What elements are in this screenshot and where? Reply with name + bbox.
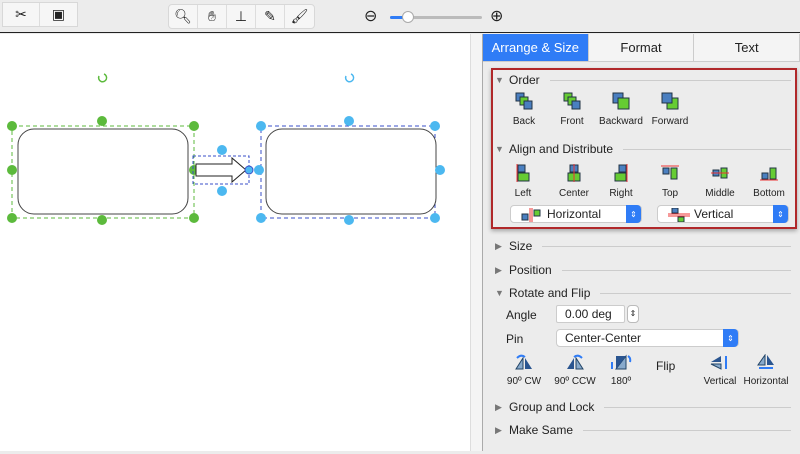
label: Horizontal [743,376,789,387]
rotate-90-ccw-button[interactable]: 90º CCW [550,354,600,387]
bring-front-icon [563,92,581,110]
label: 90º CCW [554,376,596,387]
vertical-scrollbar[interactable] [470,34,483,451]
flip-vertical-icon [710,356,727,370]
section-align[interactable]: ▼ Align and Distribute [495,142,791,156]
align-bottom-button[interactable]: Bottom [744,164,794,199]
send-back-icon [515,92,533,110]
rotate-180-button[interactable]: 180º [596,354,646,387]
connector-arrow[interactable] [192,145,254,196]
label: 180º [610,376,632,387]
rotate-handle-icon [97,73,108,83]
distribute-horizontal-icon [521,208,541,222]
align-top-icon [661,165,679,180]
tab-format[interactable]: Format [588,34,695,61]
align-middle-button[interactable]: Middle [695,164,745,199]
label: Rotate and Flip [509,286,591,300]
distribute-vertical-icon [668,208,690,222]
rotate-cw-icon [515,354,532,370]
align-right-icon [614,164,628,182]
zoom-out-icon[interactable]: ⊖ [364,6,377,26]
backward-button[interactable]: Backward [596,92,646,127]
section-make-same[interactable]: ▶ Make Same [495,423,791,437]
eyedropper-icon[interactable]: ✎ [256,5,285,28]
label: 90º CW [506,376,542,387]
rotate-90-cw-button[interactable]: 90º CW [499,354,549,387]
section-title: Align and Distribute [509,142,614,156]
back-button[interactable]: Back [499,92,549,127]
label: Make Same [509,423,574,437]
page-setup-icon[interactable]: ▣ [40,3,77,26]
align-top-button[interactable]: Top [645,164,695,199]
align-left-icon [516,164,530,182]
format-brush-icon[interactable]: 🖌︎ [285,5,314,28]
hand-icon[interactable]: ✋︎ [198,5,227,28]
bring-forward-icon [661,92,679,110]
label: Center-Center [565,331,642,345]
angle-label: Angle [506,308,537,322]
align-center-icon [567,164,581,182]
rotate-handle-icon [344,73,355,83]
distribute-horizontal-select[interactable]: Horizontal ⇕ [510,205,642,223]
distribute-vertical-select[interactable]: Vertical ⇕ [657,205,789,223]
section-title: Order [509,73,540,87]
label: Top [661,188,679,199]
left-shape[interactable] [7,73,199,225]
zoom-slider[interactable] [390,11,482,23]
connector-tool-icon[interactable]: ✂ [3,3,40,26]
zoom-icon[interactable]: 🔍︎ [169,5,198,28]
label: Vertical [703,376,737,387]
align-center-button[interactable]: Center [549,164,599,199]
align-middle-icon [711,167,729,179]
pin-select[interactable]: Center-Center ⇕ [556,329,739,347]
label: Horizontal [547,207,602,221]
label: Position [509,263,552,277]
drawing-canvas[interactable] [0,34,470,451]
label: Forward [651,116,689,127]
label: Vertical [694,207,734,221]
section-order[interactable]: ▼ Order [495,73,791,87]
label: Size [509,239,533,253]
center-tool-group: 🔍︎ ✋︎ ⊥ ✎ 🖌︎ [168,4,315,29]
label: Backward [599,116,643,127]
tab-text[interactable]: Text [694,34,800,61]
diagram [7,73,445,225]
angle-input[interactable]: 0.00 deg [556,305,625,323]
label: Right [609,188,633,199]
stamp-icon[interactable]: ⊥ [227,5,256,28]
flip-vertical-button[interactable]: Vertical [695,354,745,387]
flip-horizontal-button[interactable]: Horizontal [741,354,791,387]
label: Left [514,188,532,199]
section-rotate-flip[interactable]: ▼ Rotate and Flip [495,286,791,300]
label: Group and Lock [509,400,595,414]
section-position[interactable]: ▶ Position [495,263,791,277]
send-backward-icon [612,92,630,110]
pin-label: Pin [506,332,524,346]
inspector-panel: Arrange & Size Format Text ▼ Order Back F… [483,34,800,451]
label: Center [558,188,589,199]
rotate-ccw-icon [567,354,584,370]
toolbar: ✂ ▣ 🔍︎ ✋︎ ⊥ ✎ 🖌︎ ⊖ ⊕ [0,0,800,33]
label: Front [560,116,584,127]
flip-label: Flip [656,359,676,373]
label: Back [512,116,536,127]
zoom-in-icon[interactable]: ⊕ [490,6,503,26]
tab-arrange-size[interactable]: Arrange & Size [483,34,589,61]
rotate-180-icon [611,354,632,370]
align-right-button[interactable]: Right [596,164,646,199]
forward-button[interactable]: Forward [645,92,695,127]
right-shape[interactable] [254,73,445,225]
align-left-button[interactable]: Left [498,164,548,199]
label: Bottom [753,188,785,199]
section-group-lock[interactable]: ▶ Group and Lock [495,400,791,414]
front-button[interactable]: Front [547,92,597,127]
angle-stepper[interactable]: ⇕ [627,305,639,323]
align-bottom-icon [760,167,778,181]
label: Middle [705,188,735,199]
left-tool-group: ✂ ▣ [2,2,78,27]
section-size[interactable]: ▶ Size [495,239,791,253]
flip-horizontal-icon [757,354,774,369]
